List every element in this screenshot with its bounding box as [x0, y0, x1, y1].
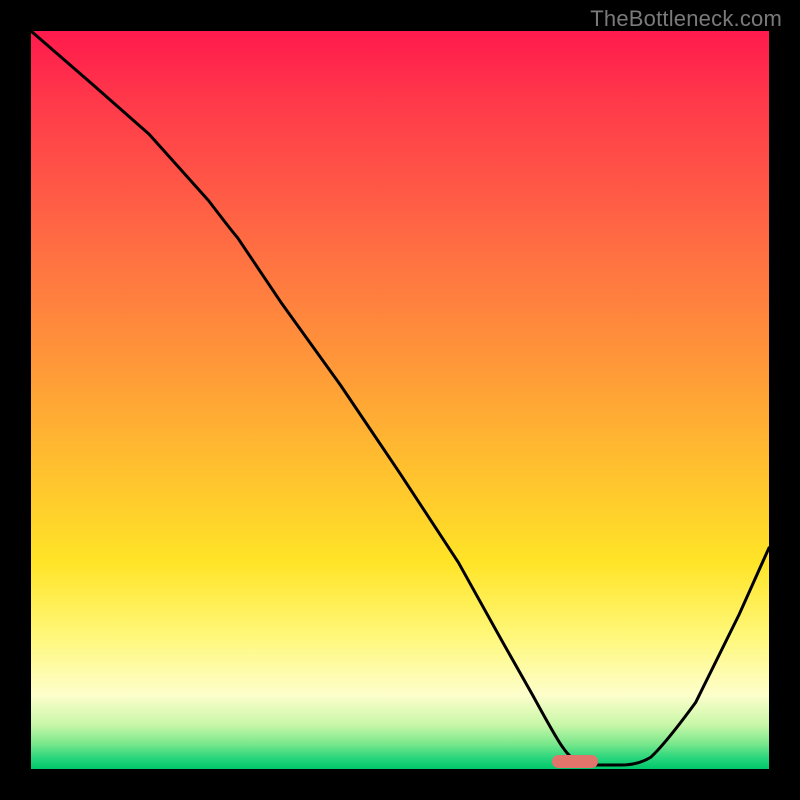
chart-area	[28, 28, 772, 772]
optimal-range-marker	[552, 755, 598, 768]
watermark-text: TheBottleneck.com	[590, 6, 782, 32]
chart-background-gradient	[31, 31, 769, 769]
